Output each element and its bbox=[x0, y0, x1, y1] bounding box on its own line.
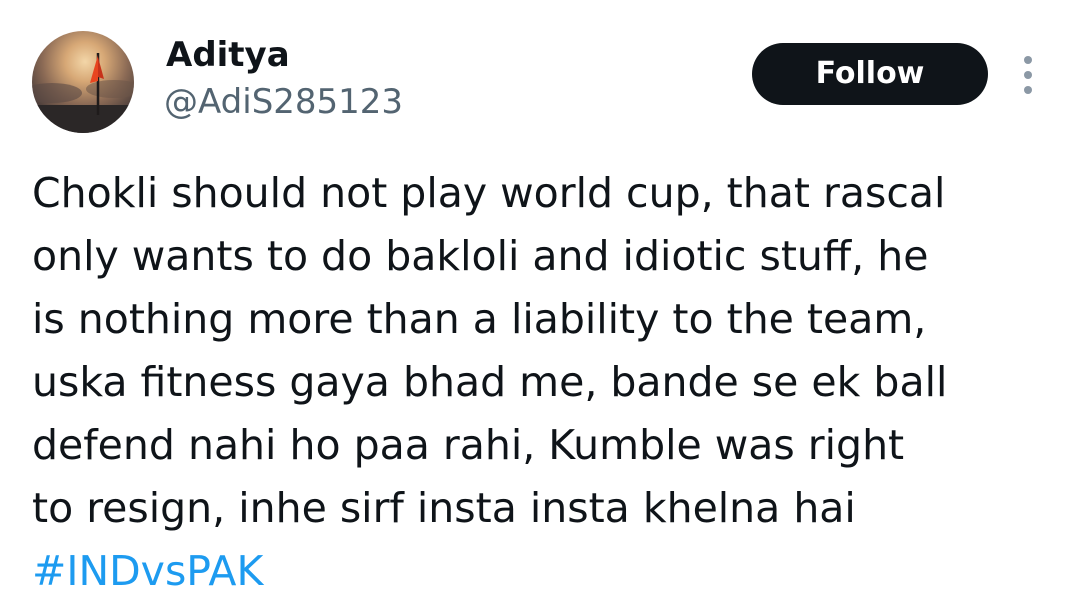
user-handle[interactable]: @AdiS285123 bbox=[164, 80, 403, 124]
display-name[interactable]: Aditya bbox=[166, 33, 290, 77]
hashtag-link[interactable]: #INDvsPAK bbox=[32, 540, 1052, 603]
follow-button[interactable]: Follow bbox=[752, 43, 988, 105]
flag-icon bbox=[32, 53, 134, 133]
tweet-text-line: only wants to do bakloli and idiotic stu… bbox=[32, 232, 929, 280]
tweet-text-line: Chokli should not play world cup, that r… bbox=[32, 169, 946, 217]
avatar[interactable] bbox=[32, 31, 134, 133]
tweet-text-line: uska fitness gaya bhad me, bande se ek b… bbox=[32, 358, 948, 406]
tweet-text: Chokli should not play world cup, that r… bbox=[32, 162, 1052, 603]
more-vertical-icon[interactable] bbox=[1018, 56, 1038, 94]
tweet-text-line: to resign, inhe sirf insta insta khelna … bbox=[32, 484, 856, 532]
tweet-text-line: is nothing more than a liability to the … bbox=[32, 295, 927, 343]
tweet-text-line: defend nahi ho paa rahi, Kumble was righ… bbox=[32, 421, 905, 469]
